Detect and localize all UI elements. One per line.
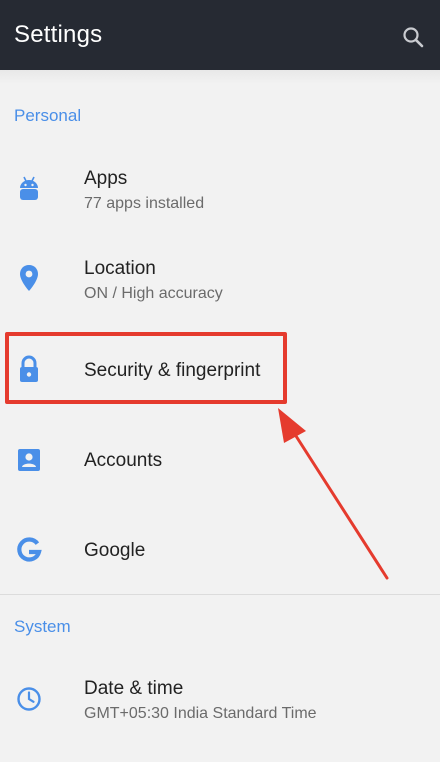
settings-list: Personal Apps 77 apps installed Location… xyxy=(0,70,440,762)
settings-item-label: Location xyxy=(84,258,156,279)
settings-item-location[interactable]: Location ON / High accuracy xyxy=(0,235,440,325)
settings-item-label: Accounts xyxy=(84,450,163,471)
settings-item-label: Apps xyxy=(84,168,128,189)
section-header-personal: Personal xyxy=(14,106,82,125)
settings-item-summary: 77 apps installed xyxy=(84,195,205,212)
page-title: Settings xyxy=(14,21,103,48)
section-header-system: System xyxy=(14,617,71,636)
section-divider xyxy=(0,594,440,595)
settings-item-label: Google xyxy=(84,540,146,561)
settings-item-apps[interactable]: Apps 77 apps installed xyxy=(0,145,440,235)
clock-icon xyxy=(14,684,44,714)
settings-item-date-time[interactable]: Date & time GMT+05:30 India Standard Tim… xyxy=(0,655,440,745)
settings-item-summary: ON / High accuracy xyxy=(84,285,223,302)
search-icon[interactable] xyxy=(398,22,428,52)
settings-item-google[interactable]: Google xyxy=(0,505,440,595)
settings-item-accounts[interactable]: Accounts xyxy=(0,415,440,505)
lock-icon xyxy=(14,354,44,384)
location-pin-icon xyxy=(14,263,44,293)
settings-item-label: Security & fingerprint xyxy=(84,360,261,381)
settings-item-summary: GMT+05:30 India Standard Time xyxy=(84,705,317,722)
app-bar: Settings xyxy=(0,0,440,70)
settings-item-label: Date & time xyxy=(84,678,184,699)
settings-item-security[interactable]: Security & fingerprint xyxy=(0,325,440,415)
list-top-shadow xyxy=(0,70,440,84)
account-box-icon xyxy=(14,445,44,475)
android-icon xyxy=(14,175,44,205)
google-g-icon xyxy=(14,535,44,565)
